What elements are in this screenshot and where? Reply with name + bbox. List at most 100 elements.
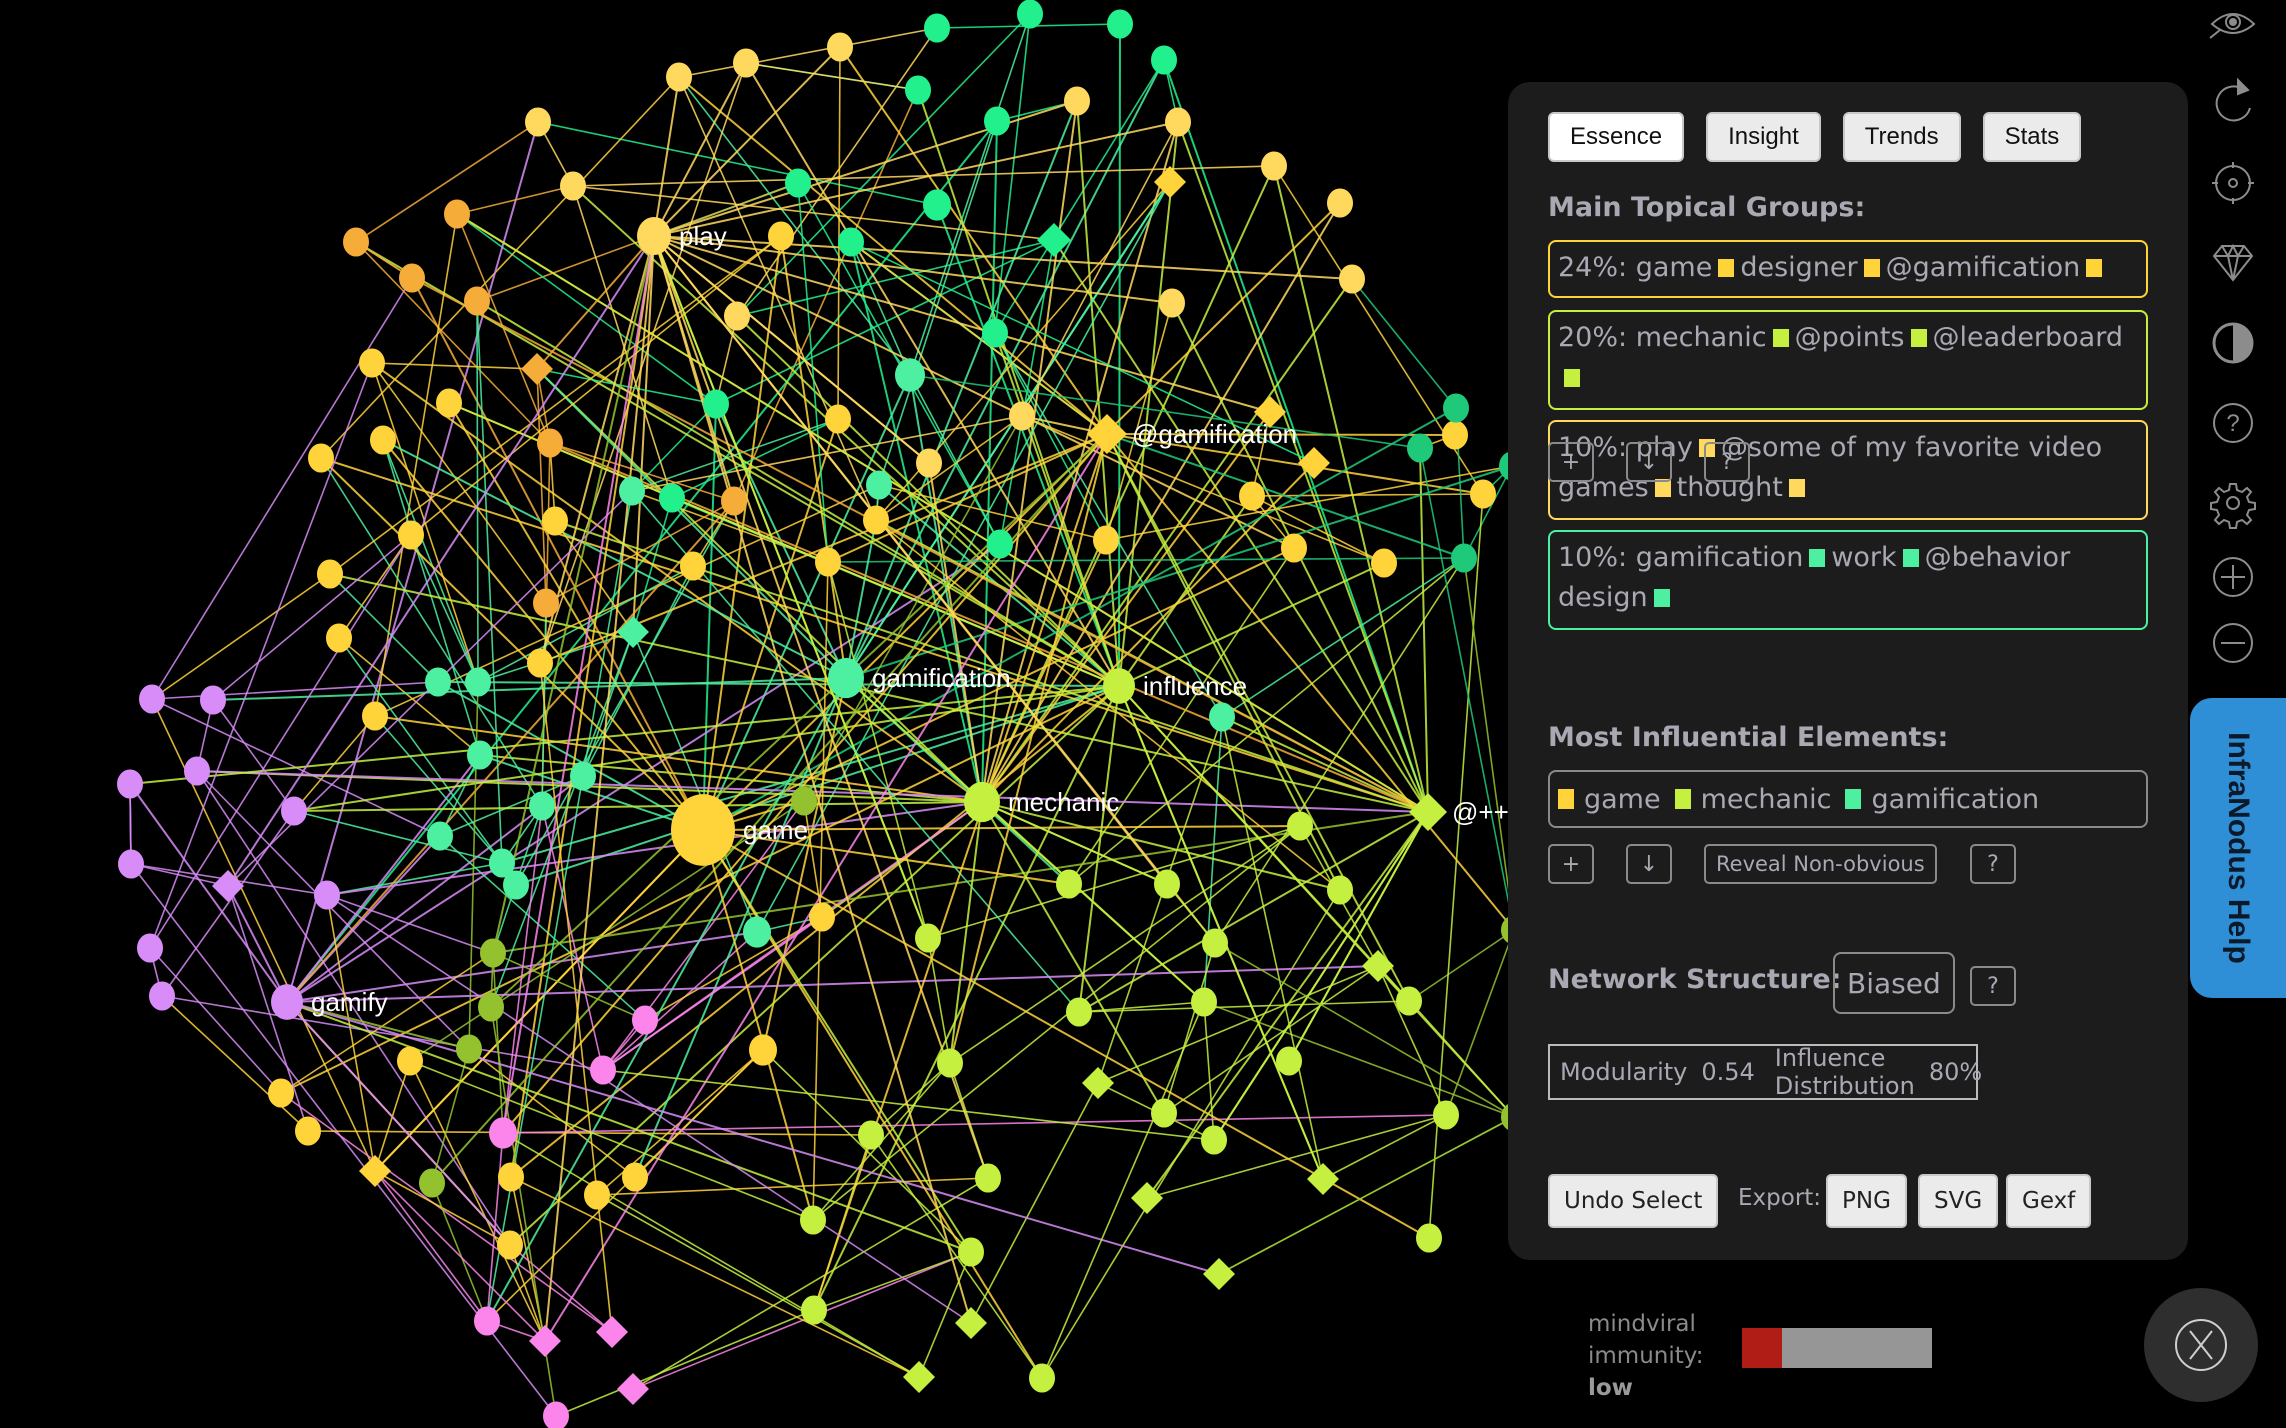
graph-node[interactable]	[362, 701, 388, 731]
graph-node[interactable]	[1407, 433, 1433, 463]
tab-trends[interactable]: Trends	[1842, 112, 1961, 162]
graph-node[interactable]	[863, 505, 889, 535]
graph-node[interactable]	[1451, 543, 1477, 573]
graph-node[interactable]	[326, 623, 352, 653]
graph-node[interactable]	[1470, 479, 1496, 509]
graph-node[interactable]	[527, 648, 553, 678]
graph-node[interactable]	[427, 821, 453, 851]
graph-node[interactable]	[268, 1078, 294, 1108]
target-icon[interactable]	[2206, 156, 2260, 210]
topical-group[interactable]: 10%: gamification work @behavior design	[1548, 530, 2148, 630]
graph-node[interactable]	[1371, 548, 1397, 578]
graph-node[interactable]	[542, 506, 568, 536]
graph-node[interactable]	[149, 981, 175, 1011]
graph-node[interactable]	[1276, 1046, 1302, 1076]
graph-node[interactable]	[295, 1116, 321, 1146]
graph-node[interactable]	[958, 1237, 984, 1267]
graph-node[interactable]	[118, 849, 144, 879]
graph-node[interactable]	[425, 667, 451, 697]
graph-node[interactable]	[955, 1307, 987, 1339]
graph-node[interactable]	[1056, 869, 1082, 899]
graph-node[interactable]	[1191, 987, 1217, 1017]
graph-node[interactable]	[419, 1168, 445, 1198]
export-svg-button[interactable]: SVG	[1918, 1174, 1999, 1228]
graph-node[interactable]	[444, 199, 470, 229]
eye-icon[interactable]	[2206, 0, 2260, 54]
graph-node[interactable]	[825, 404, 851, 434]
graph-node[interactable]	[916, 448, 942, 478]
close-button[interactable]	[2144, 1288, 2258, 1402]
graph-node[interactable]	[815, 547, 841, 577]
graph-node[interactable]	[474, 1306, 500, 1336]
graph-node[interactable]	[1165, 107, 1191, 137]
graph-node[interactable]	[467, 740, 493, 770]
graph-node[interactable]	[785, 168, 811, 198]
node-influence[interactable]	[1103, 668, 1135, 704]
graph-node[interactable]	[982, 318, 1008, 348]
graph-node[interactable]	[537, 428, 563, 458]
group-term[interactable]: @leaderboard	[1933, 322, 2123, 353]
graph-node[interactable]	[317, 559, 343, 589]
graph-node[interactable]	[200, 685, 226, 715]
gear-icon[interactable]	[2206, 476, 2260, 530]
graph-node[interactable]	[791, 786, 817, 816]
graph-node[interactable]	[436, 388, 462, 418]
graph-node[interactable]	[924, 13, 950, 43]
graph-node[interactable]	[281, 796, 307, 826]
graph-node[interactable]	[533, 588, 559, 618]
graph-node[interactable]	[314, 880, 340, 910]
graph-node[interactable]	[1107, 9, 1133, 39]
zoom-in-icon[interactable]	[2206, 550, 2260, 604]
graph-node[interactable]	[749, 1034, 777, 1066]
influential-item[interactable]: mechanic	[1674, 784, 1831, 815]
graph-node[interactable]	[359, 348, 385, 378]
graph-node[interactable]	[1154, 166, 1186, 198]
graph-node[interactable]	[137, 933, 163, 963]
structure-badge[interactable]: Biased	[1833, 952, 1955, 1014]
graph-node[interactable]	[800, 1205, 826, 1235]
influential-item[interactable]: game	[1558, 784, 1661, 815]
refresh-icon[interactable]	[2206, 76, 2260, 130]
graph-node[interactable]	[370, 425, 396, 455]
graph-node[interactable]	[1416, 1223, 1442, 1253]
graph-node[interactable]	[1442, 420, 1468, 450]
group-term[interactable]: gamification	[1636, 542, 1804, 573]
graph-node[interactable]	[1433, 1100, 1459, 1130]
graph-node[interactable]	[1443, 393, 1469, 423]
graph-node[interactable]	[1209, 702, 1235, 732]
node-at-plusplus[interactable]	[1409, 793, 1447, 831]
graph-node[interactable]	[768, 221, 794, 251]
add-group-button[interactable]: +	[1548, 442, 1594, 482]
graph-node[interactable]	[743, 916, 771, 948]
graph-node[interactable]	[596, 1316, 628, 1348]
reveal-non-obvious-button[interactable]: Reveal Non-obvious	[1704, 844, 1937, 884]
graph-node[interactable]	[1202, 928, 1228, 958]
group-term[interactable]: mechanic	[1636, 322, 1767, 353]
graph-node[interactable]	[456, 1034, 482, 1064]
graph-node[interactable]	[937, 1048, 963, 1078]
topical-group[interactable]: 24%: game designer @gamification	[1548, 240, 2148, 298]
group-term[interactable]: @gamification	[1886, 252, 2081, 283]
topical-group[interactable]: 20%: mechanic @points @leaderboard	[1548, 310, 2148, 410]
graph-node[interactable]	[184, 756, 210, 786]
group-term[interactable]: work	[1831, 542, 1896, 573]
graph-node[interactable]	[666, 62, 692, 92]
graph-node[interactable]	[987, 529, 1013, 559]
graph-node[interactable]	[1159, 288, 1185, 318]
graph-node[interactable]	[590, 1055, 616, 1085]
graph-node[interactable]	[529, 791, 555, 821]
graph-node[interactable]	[858, 1120, 884, 1150]
node-mechanic[interactable]	[964, 781, 1000, 823]
group-term[interactable]: @points	[1795, 322, 1905, 353]
graph-node[interactable]	[915, 923, 941, 953]
graph-node[interactable]	[923, 189, 951, 221]
graph-node[interactable]	[1093, 525, 1119, 555]
graph-node[interactable]	[464, 286, 490, 316]
graph-node[interactable]	[1201, 1125, 1227, 1155]
graph-node[interactable]	[619, 476, 645, 506]
graph-node[interactable]	[570, 761, 596, 791]
group-term[interactable]: game	[1636, 252, 1713, 283]
graph-node[interactable]	[703, 389, 729, 419]
tab-stats[interactable]: Stats	[1982, 112, 2082, 162]
graph-node[interactable]	[1203, 1258, 1235, 1290]
